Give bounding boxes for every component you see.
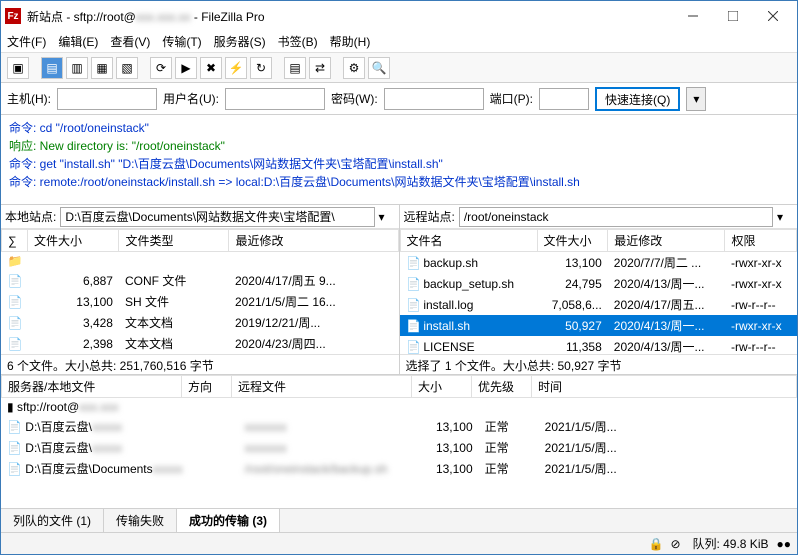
- remote-file-list[interactable]: 文件名 文件大小 最近修改 权限 📄 backup.sh13,1002020/7…: [400, 229, 798, 354]
- menu-help[interactable]: 帮助(H): [330, 33, 371, 50]
- file-icon: 📄: [406, 340, 420, 354]
- status-indicator-icon: ●●: [777, 537, 792, 551]
- filter-icon[interactable]: ▤: [284, 57, 306, 79]
- quickconnect-dropdown-icon[interactable]: ▾: [686, 87, 706, 111]
- menu-server[interactable]: 服务器(S): [214, 33, 266, 50]
- maximize-button[interactable]: [713, 2, 753, 30]
- toggle-queue-icon[interactable]: ▧: [116, 57, 138, 79]
- list-item[interactable]: 📄 backup.sh13,1002020/7/7/周二 ...-rwxr-xr…: [400, 252, 797, 274]
- remote-pane: 远程站点: ▾ 文件名 文件大小 最近修改 权限 📄 backup.sh13,1…: [400, 205, 798, 374]
- folder-icon: 📁: [8, 254, 22, 268]
- statusbar: 🔒 ⊘ 队列: 49.8 KiB ●●: [1, 532, 797, 554]
- queue-size: 队列: 49.8 KiB: [692, 535, 768, 552]
- menubar: 文件(F) 编辑(E) 查看(V) 传输(T) 服务器(S) 书签(B) 帮助(…: [1, 31, 797, 53]
- file-icon: 📄: [406, 277, 420, 291]
- local-site-label: 本地站点:: [5, 208, 56, 225]
- list-item[interactable]: 📄 backup_setup.sh24,7952020/4/13/周一...-r…: [400, 273, 797, 294]
- list-item[interactable]: 📄 install.log7,058,6...2020/4/17/周五...-r…: [400, 294, 797, 315]
- host-label: 主机(H):: [7, 90, 51, 107]
- compare-icon[interactable]: ⇄: [309, 57, 331, 79]
- toggle-local-tree-icon[interactable]: ▥: [66, 57, 88, 79]
- local-pane: 本地站点: ▾ ∑ 文件大小 文件类型 最近修改 📁📄6,887CONF 文件2…: [1, 205, 400, 374]
- titlebar: Fz 新站点 - sftp://root@xxx.xxx.xx - FileZi…: [1, 1, 797, 31]
- port-label: 端口(P):: [490, 90, 533, 107]
- remote-status: 选择了 1 个文件。大小总共: 50,927 字节: [400, 354, 798, 374]
- file-icon: 📄: [8, 337, 22, 351]
- search-icon[interactable]: 🔍: [368, 57, 390, 79]
- message-log[interactable]: 命令: cd "/root/oneinstack"响应: New directo…: [1, 115, 797, 205]
- menu-file[interactable]: 文件(F): [7, 33, 46, 50]
- refresh-icon[interactable]: ⟳: [150, 57, 172, 79]
- remote-col-mod: 最近修改: [608, 230, 725, 252]
- file-icon: 📄: [406, 256, 420, 270]
- local-status: 6 个文件。大小总共: 251,760,516 字节: [1, 354, 399, 374]
- cancel-icon[interactable]: ✖: [200, 57, 222, 79]
- menu-view[interactable]: 查看(V): [110, 33, 150, 50]
- sync-browse-icon[interactable]: ⚙: [343, 57, 365, 79]
- server-icon: ▮: [7, 400, 14, 414]
- pass-label: 密码(W):: [331, 90, 378, 107]
- close-button[interactable]: [753, 2, 793, 30]
- file-icon: 📄: [8, 274, 22, 288]
- transfer-row[interactable]: 📄 D:\百度云盘\xxxxxxxxxxxx13,100正常2021/1/5/周…: [1, 437, 797, 458]
- remote-path-input[interactable]: [459, 207, 773, 227]
- transfer-row[interactable]: 📄 D:\百度云盘\Documentsxxxxx/root/oneinstack…: [1, 458, 797, 479]
- bottom-tabs: 列队的文件 (1) 传输失败 成功的传输 (3): [1, 508, 797, 532]
- host-input[interactable]: [57, 88, 157, 110]
- tab-success[interactable]: 成功的传输 (3): [177, 509, 280, 532]
- port-input[interactable]: [539, 88, 589, 110]
- tab-queued[interactable]: 列队的文件 (1): [1, 509, 104, 532]
- quickconnect-bar: 主机(H): 用户名(U): 密码(W): 端口(P): 快速连接(Q) ▾: [1, 83, 797, 115]
- toggle-remote-tree-icon[interactable]: ▦: [91, 57, 113, 79]
- local-file-list[interactable]: ∑ 文件大小 文件类型 最近修改 📁📄6,887CONF 文件2020/4/17…: [1, 229, 399, 354]
- menu-edit[interactable]: 编辑(E): [58, 33, 98, 50]
- local-path-input[interactable]: [60, 207, 374, 227]
- local-col-mod: 最近修改: [229, 230, 398, 252]
- file-icon: 📄: [406, 298, 420, 312]
- transfer-row[interactable]: 📄 D:\百度云盘\xxxxxxxxxxxx13,100正常2021/1/5/周…: [1, 416, 797, 437]
- remote-path-dropdown-icon[interactable]: ▾: [777, 210, 793, 224]
- file-icon: 📄: [8, 295, 22, 309]
- local-col-type: 文件类型: [119, 230, 229, 252]
- user-input[interactable]: [225, 88, 325, 110]
- process-queue-icon[interactable]: ▶: [175, 57, 197, 79]
- transfer-queue[interactable]: 服务器/本地文件 方向 远程文件 大小 优先级 时间 ▮ sftp://root…: [1, 375, 797, 508]
- tab-failed[interactable]: 传输失败: [104, 509, 177, 532]
- local-path-dropdown-icon[interactable]: ▾: [379, 210, 395, 224]
- file-icon: 📄: [406, 319, 420, 333]
- list-item[interactable]: 📄 LICENSE11,3582020/4/13/周一...-rw-r--r--: [400, 336, 797, 354]
- list-item[interactable]: 📄13,100SH 文件2021/1/5/周二 16...: [2, 291, 399, 312]
- reconnect-icon[interactable]: ↻: [250, 57, 272, 79]
- remote-col-name: 文件名: [400, 230, 537, 252]
- remote-site-label: 远程站点:: [404, 208, 455, 225]
- site-manager-icon[interactable]: ▣: [7, 57, 29, 79]
- remote-col-size: 文件大小: [537, 230, 608, 252]
- disconnect-icon[interactable]: ⚡: [225, 57, 247, 79]
- file-icon: 📄: [8, 316, 22, 330]
- security-icon[interactable]: 🔒: [648, 537, 662, 551]
- list-item[interactable]: 📄 install.sh50,9272020/4/13/周一...-rwxr-x…: [400, 315, 797, 336]
- list-item[interactable]: 📄3,428文本文档2019/12/21/周...: [2, 312, 399, 333]
- local-col-size: 文件大小: [28, 230, 119, 252]
- minimize-button[interactable]: [673, 2, 713, 30]
- menu-bookmarks[interactable]: 书签(B): [278, 33, 318, 50]
- pass-input[interactable]: [384, 88, 484, 110]
- menu-transfer[interactable]: 传输(T): [162, 33, 201, 50]
- user-label: 用户名(U):: [163, 90, 219, 107]
- quickconnect-button[interactable]: 快速连接(Q): [595, 87, 680, 111]
- app-logo-icon: Fz: [5, 8, 21, 24]
- toolbar: ▣ ▤ ▥ ▦ ▧ ⟳ ▶ ✖ ⚡ ↻ ▤ ⇄ ⚙ 🔍: [1, 53, 797, 83]
- remote-col-perm: 权限: [725, 230, 797, 252]
- toggle-log-icon[interactable]: ▤: [41, 57, 63, 79]
- list-item[interactable]: 📄6,887CONF 文件2020/4/17/周五 9...: [2, 270, 399, 291]
- list-item[interactable]: 📄2,398文本文档2020/4/23/周四...: [2, 333, 399, 354]
- list-item[interactable]: 📁: [2, 252, 399, 271]
- queue-icon: ⊘: [670, 537, 684, 551]
- window-title: 新站点 - sftp://root@xxx.xxx.xx - FileZilla…: [27, 8, 673, 25]
